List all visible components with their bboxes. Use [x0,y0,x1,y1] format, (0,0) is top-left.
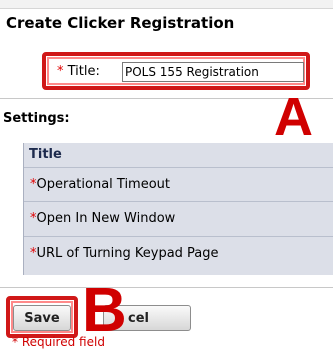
required-field-note: * Required field [12,335,105,349]
settings-row-label: URL of Turning Keypad Page [36,246,219,261]
callout-b: B [82,276,127,345]
settings-column-header: Title [29,147,62,162]
row-divider [24,201,333,202]
top-strip [0,0,333,9]
required-star: * [57,64,64,79]
row-divider [24,167,333,168]
title-field-row: * Title: [42,52,310,90]
settings-row-label: Open In New Window [36,211,176,226]
settings-row-label: Operational Timeout [36,177,171,192]
title-field-label: Title: [67,64,100,79]
settings-heading: Settings: [3,111,70,126]
settings-table: Title *Operational Timeout *Open In New … [23,143,333,275]
page-title: Create Clicker Registration [6,14,235,32]
title-field-label-group: * Title: [57,64,100,79]
footer-divider [0,287,333,288]
save-button[interactable]: Save [13,305,71,331]
row-divider [24,236,333,237]
settings-row-operational-timeout[interactable]: *Operational Timeout [30,177,170,192]
settings-row-open-new-window[interactable]: *Open In New Window [30,211,175,226]
title-input[interactable] [122,62,304,82]
settings-row-keypad-url[interactable]: *URL of Turning Keypad Page [30,246,219,261]
callout-a: A [274,87,313,147]
